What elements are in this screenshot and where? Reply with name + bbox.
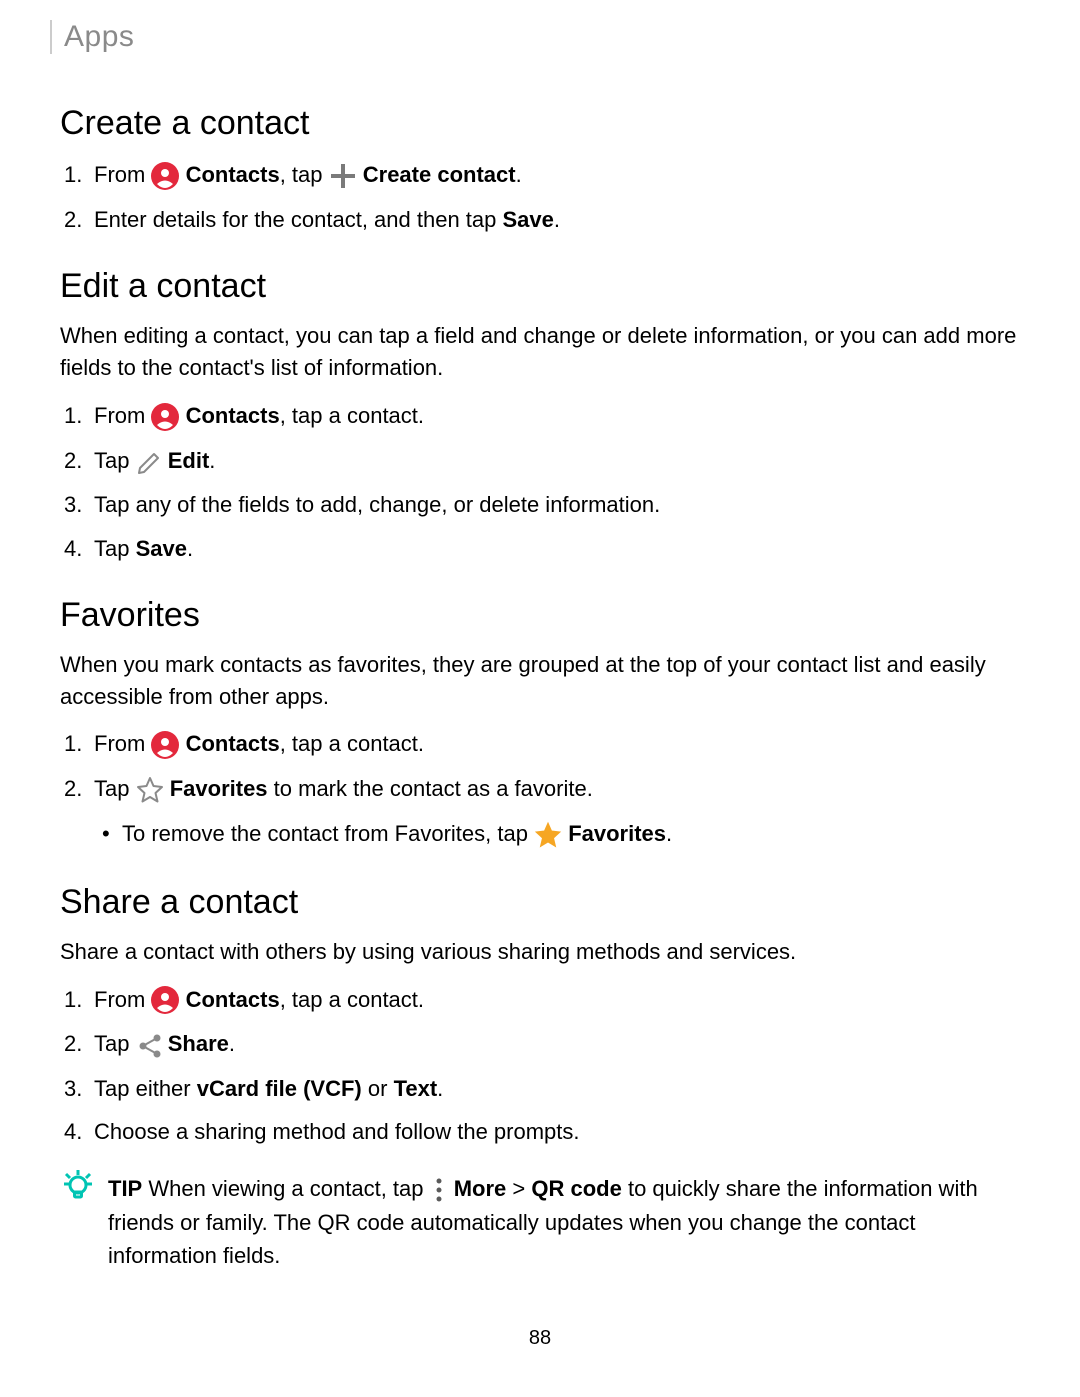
list-item: From Contacts, tap a contact. <box>94 982 1020 1019</box>
tip-block: TIP When viewing a contact, tap More > Q… <box>60 1170 1020 1273</box>
list-item: Enter details for the contact, and then … <box>94 202 1020 237</box>
list-item: From Contacts, tap a contact. <box>94 398 1020 435</box>
document-page: Apps Create a contact From Contacts, tap… <box>0 0 1080 1360</box>
list-item: From Contacts, tap a contact. <box>94 726 1020 763</box>
qr-code-label: QR code <box>531 1176 621 1201</box>
text: Enter details for the contact, and then … <box>94 207 502 232</box>
create-contact-label: Create contact <box>363 162 516 187</box>
create-steps: From Contacts, tap Create contact. Enter… <box>60 157 1020 237</box>
star-outline-icon <box>136 771 164 806</box>
favorites-intro: When you mark contacts as favorites, the… <box>60 649 1020 713</box>
text: to mark the contact as a favorite. <box>268 776 593 801</box>
text: From <box>94 987 151 1012</box>
list-item: Tap any of the fields to add, change, or… <box>94 487 1020 522</box>
share-label: Share <box>168 1031 229 1056</box>
vcard-label: vCard file (VCF) <box>197 1076 362 1101</box>
contacts-icon <box>151 726 179 761</box>
save-label: Save <box>136 536 187 561</box>
text: Tap <box>94 1031 136 1056</box>
favorites-steps: From Contacts, tap a contact. Tap Favori… <box>60 726 1020 852</box>
text: . <box>516 162 522 187</box>
text: . <box>187 536 193 561</box>
text: Tap <box>94 776 136 801</box>
section-title-create: Create a contact <box>60 104 1020 143</box>
section-title-favorites: Favorites <box>60 596 1020 635</box>
save-label: Save <box>502 207 553 232</box>
page-number: 88 <box>0 1327 1080 1350</box>
sub-list: To remove the contact from Favorites, ta… <box>94 816 1020 853</box>
contacts-icon <box>151 397 179 432</box>
page-header: Apps <box>50 20 1020 54</box>
text: From <box>94 731 151 756</box>
text: Tap either <box>94 1076 197 1101</box>
contacts-icon <box>151 981 179 1016</box>
list-item: Tap either vCard file (VCF) or Text. <box>94 1071 1020 1106</box>
list-item: Tap Save. <box>94 531 1020 566</box>
edit-steps: From Contacts, tap a contact. Tap Edit. … <box>60 398 1020 566</box>
text: . <box>666 821 672 846</box>
tip-label: TIP <box>108 1176 142 1201</box>
edit-intro: When editing a contact, you can tap a fi… <box>60 320 1020 384</box>
list-item: Choose a sharing method and follow the p… <box>94 1114 1020 1149</box>
text: From <box>94 403 151 428</box>
section-title-share: Share a contact <box>60 883 1020 922</box>
share-intro: Share a contact with others by using var… <box>60 936 1020 968</box>
plus-icon <box>329 157 357 192</box>
text-option-label: Text <box>394 1076 438 1101</box>
contacts-label: Contacts <box>186 162 280 187</box>
edit-label: Edit <box>168 448 210 473</box>
text: . <box>209 448 215 473</box>
edit-icon <box>136 442 162 477</box>
list-item: Tap Edit. <box>94 443 1020 480</box>
list-item: Tap Favorites to mark the contact as a f… <box>94 771 1020 853</box>
list-item: Tap Share. <box>94 1026 1020 1063</box>
more-label: More <box>454 1176 507 1201</box>
list-item: From Contacts, tap Create contact. <box>94 157 1020 194</box>
text: , tap a contact. <box>280 731 424 756</box>
text: Tap <box>94 448 136 473</box>
text: From <box>94 162 151 187</box>
star-filled-icon <box>534 816 562 851</box>
text: , tap <box>280 162 329 187</box>
text: or <box>362 1076 394 1101</box>
share-icon <box>136 1026 162 1061</box>
section-title-edit: Edit a contact <box>60 267 1020 306</box>
text: When viewing a contact, tap <box>142 1176 429 1201</box>
text: . <box>437 1076 443 1101</box>
text: . <box>554 207 560 232</box>
share-steps: From Contacts, tap a contact. Tap Share.… <box>60 982 1020 1150</box>
tip-text: TIP When viewing a contact, tap More > Q… <box>108 1170 1020 1273</box>
contacts-label: Contacts <box>186 987 280 1012</box>
more-icon <box>430 1171 448 1204</box>
text: . <box>229 1031 235 1056</box>
text: To remove the contact from Favorites, ta… <box>122 821 534 846</box>
text: Tap <box>94 536 136 561</box>
contacts-label: Contacts <box>186 731 280 756</box>
list-item: To remove the contact from Favorites, ta… <box>122 816 1020 853</box>
text: , tap a contact. <box>280 987 424 1012</box>
favorites-label: Favorites <box>170 776 268 801</box>
text: , tap a contact. <box>280 403 424 428</box>
contacts-label: Contacts <box>186 403 280 428</box>
favorites-label: Favorites <box>568 821 666 846</box>
tip-icon <box>60 1168 98 1203</box>
contacts-icon <box>151 157 179 192</box>
text: > <box>506 1176 531 1201</box>
